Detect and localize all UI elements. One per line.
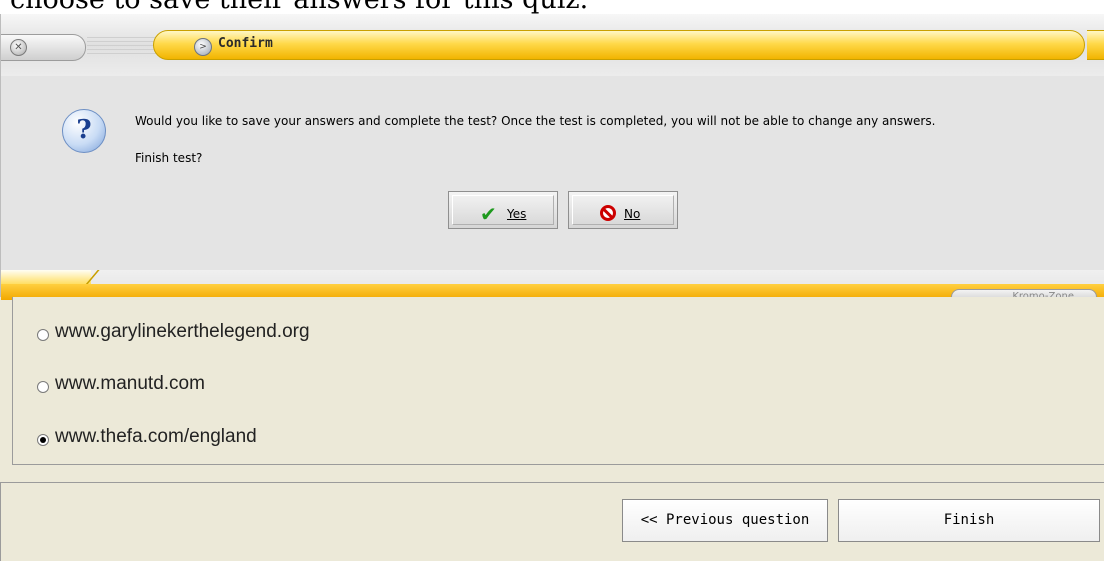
dialog-title-bar: > Confirm	[153, 30, 1085, 60]
yes-button[interactable]: ✔ Yes	[448, 191, 558, 229]
previous-question-button[interactable]: << Previous question	[622, 499, 828, 542]
cancel-icon	[600, 205, 616, 221]
yes-button-face: ✔ Yes	[452, 195, 554, 225]
dialog-menu-icon[interactable]: >	[194, 38, 212, 56]
radio-button[interactable]	[37, 381, 49, 393]
window-control: ✕	[1, 34, 86, 61]
quiz-option-label: www.garylinekerthelegend.org	[55, 321, 310, 342]
dialog-title: Confirm	[218, 36, 273, 51]
no-button-label: No	[624, 207, 641, 221]
dialog-titlebar: ✕ > Confirm	[1, 14, 1104, 76]
yes-button-label: Yes	[507, 207, 527, 221]
dialog-message: Would you like to save your answers and …	[135, 114, 936, 128]
no-button[interactable]: No	[568, 191, 678, 229]
radio-button[interactable]	[37, 329, 49, 341]
document-text: choose to save their answers for this qu…	[10, 0, 588, 14]
radio-button-selected[interactable]	[37, 434, 49, 446]
titlebar-grip-lines	[87, 37, 157, 57]
quiz-option-label: www.manutd.com	[55, 373, 205, 394]
dialog-question: Finish test?	[135, 151, 203, 165]
document-text-strip: choose to save their answers for this qu…	[0, 0, 1104, 14]
quiz-options-panel: www.garylinekerthelegend.org www.manutd.…	[12, 297, 1104, 465]
check-icon: ✔	[480, 202, 497, 226]
title-pill-end	[1087, 30, 1104, 60]
quiz-option-label: www.thefa.com/england	[55, 426, 257, 447]
close-icon[interactable]: ✕	[10, 39, 27, 56]
no-button-face: No	[572, 195, 674, 225]
confirm-dialog: ✕ > Confirm ? Would you like to save you…	[0, 14, 1104, 305]
finish-button[interactable]: Finish	[838, 499, 1100, 542]
question-icon: ?	[62, 109, 106, 153]
